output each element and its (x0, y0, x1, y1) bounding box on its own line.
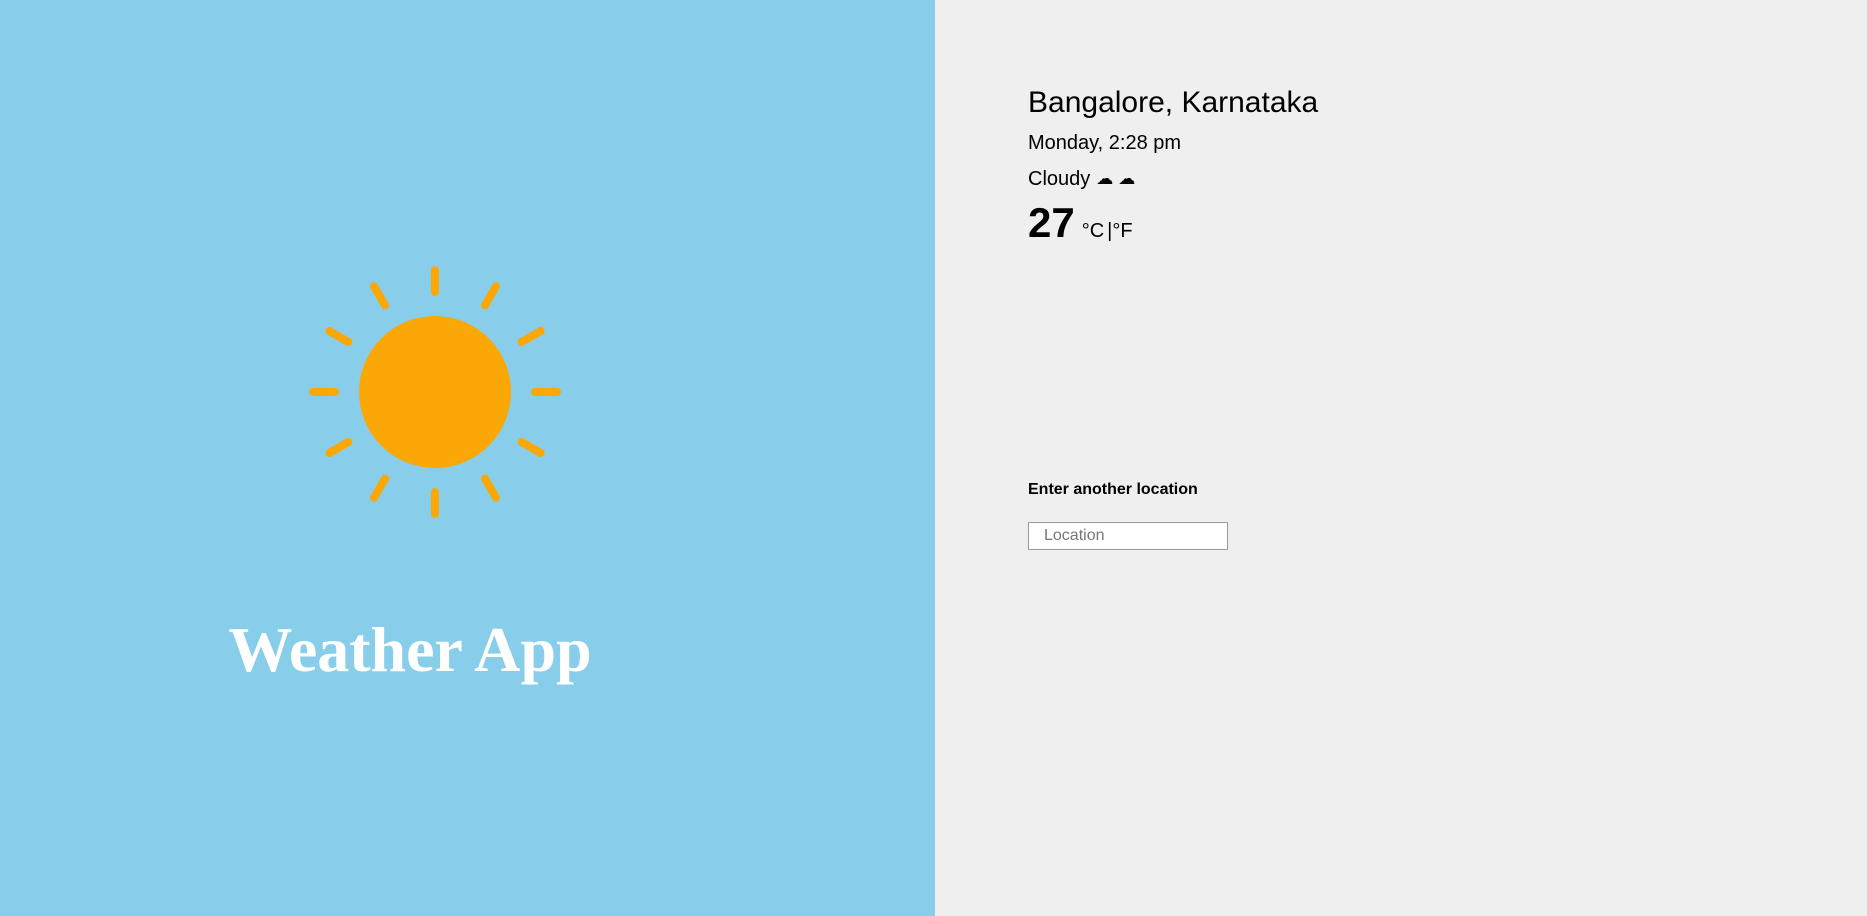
sun-ray (325, 438, 353, 457)
location-input[interactable] (1028, 522, 1228, 550)
sun-icon (309, 266, 561, 518)
details-panel: Bangalore, Karnataka Monday, 2:28 pm Clo… (935, 0, 1867, 916)
weather-condition: Cloudy ☁ ☁ (1028, 166, 1318, 192)
date-time: Monday, 2:28 pm (1028, 132, 1182, 154)
sun-ray (517, 438, 545, 457)
sun-ray (481, 282, 500, 310)
search-label: Enter another location (1028, 481, 1198, 498)
sun-ray (370, 474, 389, 502)
temperature-row: 27 °C | °F (1028, 198, 1318, 248)
celsius-toggle[interactable]: °C (1082, 220, 1104, 243)
temperature-value: 27 (1028, 199, 1075, 246)
app-title: Weather App (228, 614, 592, 685)
weather-info: Bangalore, Karnataka Monday, 2:28 pm Clo… (1028, 84, 1318, 248)
fahrenheit-toggle[interactable]: °F (1112, 220, 1132, 243)
cloud-icon: ☁ (1118, 169, 1136, 188)
weather-app: Weather App Bangalore, Karnataka Monday,… (0, 0, 1867, 916)
sun-ray (325, 327, 353, 346)
location-name: Bangalore, Karnataka (1028, 86, 1319, 119)
hero-panel: Weather App (0, 0, 935, 916)
cloud-icon: ☁ (1096, 169, 1114, 188)
sun-ray (481, 474, 500, 502)
sun-ray (370, 282, 389, 310)
condition-label: Cloudy (1028, 168, 1091, 190)
sun-ray (517, 327, 545, 346)
